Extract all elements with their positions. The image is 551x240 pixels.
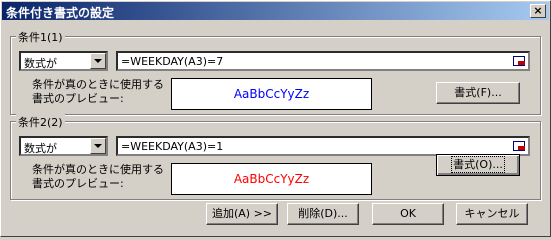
condition-1-format-button[interactable]: 書式(F)... [436, 82, 520, 104]
condition-1-format-label: 書式(F)... [454, 86, 502, 99]
condition-2-type-value: 数式が [24, 142, 57, 155]
range-select-icon[interactable] [512, 54, 527, 68]
condition-1-type-select[interactable]: 数式が [19, 51, 108, 71]
add-button-label: 追加(A) >> [211, 207, 273, 220]
cancel-button-label: キャンセル [464, 207, 520, 220]
condition-2-preview: AaBbCcYyZz [171, 163, 372, 195]
condition-1-label: 条件1(1) [16, 29, 65, 45]
add-button[interactable]: 追加(A) >> [206, 203, 278, 225]
condition-1-type-value: 数式が [24, 57, 57, 70]
condition-2-preview-label: 条件が真のときに使用する書式のプレビュー: [32, 163, 164, 190]
close-button[interactable]: × [530, 4, 546, 18]
conditional-format-dialog: 条件付き書式の設定 × 条件1(1) 数式が =WEEKDAY(A3)=7 条件… [0, 0, 551, 237]
dialog-title: 条件付き書式の設定 [6, 6, 115, 20]
condition-2-format-label: 書式(O)... [451, 156, 505, 173]
condition-2-group: 条件2(2) 数式が =WEEKDAY(A3)=1 条件が真のときに使用する書式… [10, 114, 541, 200]
condition-1-formula-input[interactable]: =WEEKDAY(A3)=7 [116, 51, 530, 71]
condition-2-type-select[interactable]: 数式が [19, 136, 108, 156]
title-bar[interactable]: 条件付き書式の設定 × [2, 2, 549, 20]
delete-button-label: 削除(D)... [298, 207, 348, 220]
close-icon: × [533, 4, 543, 17]
chevron-down-icon[interactable] [90, 53, 106, 69]
condition-1-formula-value: =WEEKDAY(A3)=7 [121, 55, 224, 68]
delete-button[interactable]: 削除(D)... [287, 203, 359, 225]
range-select-icon[interactable] [512, 139, 527, 153]
condition-1-group: 条件1(1) 数式が =WEEKDAY(A3)=7 条件が真のときに使用する書式… [10, 29, 541, 115]
condition-2-format-button[interactable]: 書式(O)... [436, 154, 520, 176]
ok-button-label: OK [400, 207, 416, 220]
condition-2-formula-input[interactable]: =WEEKDAY(A3)=1 [116, 136, 530, 156]
condition-2-label: 条件2(2) [16, 114, 65, 130]
ok-button[interactable]: OK [372, 203, 444, 225]
condition-1-preview-label: 条件が真のときに使用する書式のプレビュー: [32, 78, 164, 105]
cancel-button[interactable]: キャンセル [456, 203, 528, 225]
condition-2-formula-value: =WEEKDAY(A3)=1 [121, 140, 224, 153]
condition-1-preview: AaBbCcYyZz [171, 78, 372, 110]
chevron-down-icon[interactable] [90, 138, 106, 154]
